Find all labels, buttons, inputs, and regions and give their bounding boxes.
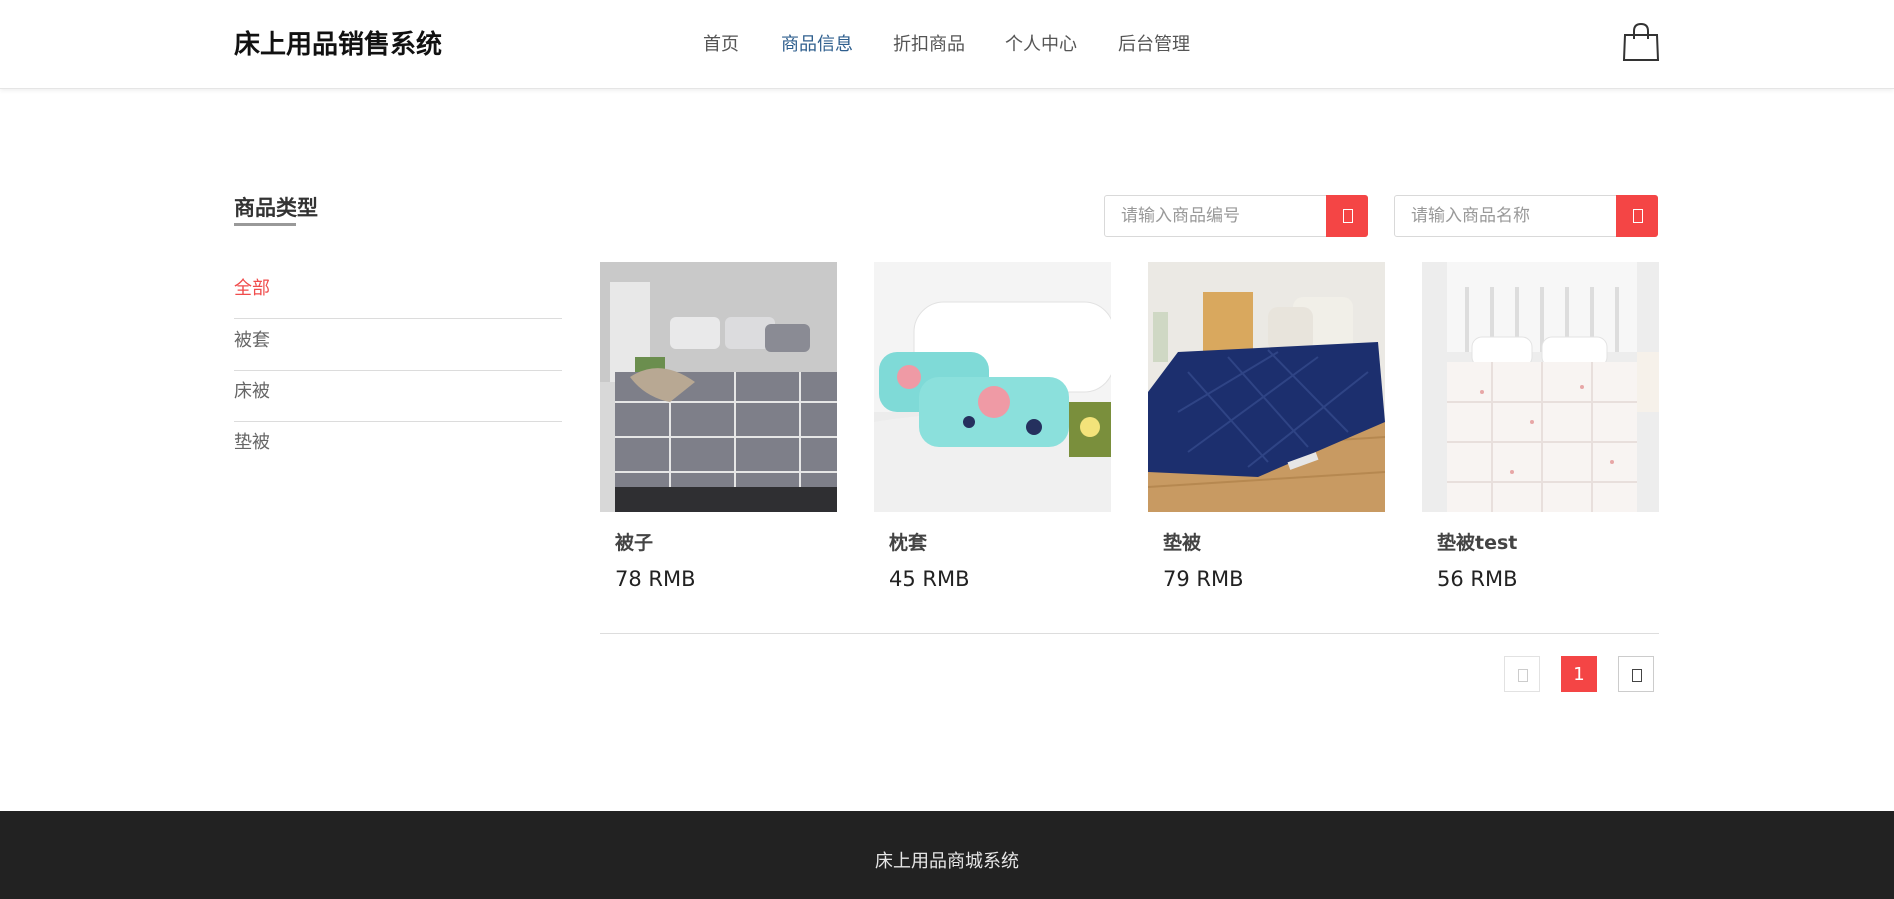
nav-admin[interactable]: 后台管理 [1118,30,1190,56]
product-image[interactable] [874,262,1111,512]
nav-home[interactable]: 首页 [703,30,739,56]
product-code-input[interactable] [1105,196,1325,236]
footer: 床上用品商城系统 [0,811,1894,899]
product-price: 45 RMB [889,567,970,591]
category-title: 商品类型 [234,196,318,220]
product-price: 56 RMB [1437,567,1518,591]
product-image[interactable] [600,262,837,512]
pagination-next-button[interactable] [1618,656,1654,692]
search-icon [1343,209,1353,223]
product-name[interactable]: 被子 [615,528,653,555]
prev-page-icon [1518,669,1528,682]
product-price: 79 RMB [1163,567,1244,591]
next-page-icon [1632,669,1642,682]
product-price: 78 RMB [615,567,696,591]
nav-discount[interactable]: 折扣商品 [893,30,965,56]
product-name[interactable]: 垫被test [1437,528,1517,555]
product-name-input[interactable] [1395,196,1615,236]
site-brand[interactable]: 床上用品销售系统 [234,24,442,61]
footer-text: 床上用品商城系统 [875,851,1019,872]
nav-products[interactable]: 商品信息 [781,30,853,56]
nav-profile[interactable]: 个人中心 [1005,30,1077,56]
product-code-search-button[interactable] [1326,195,1368,237]
product-image[interactable] [1148,262,1385,512]
pagination-current-page[interactable]: 1 [1561,656,1597,692]
product-name[interactable]: 垫被 [1163,528,1201,555]
top-header: 床上用品销售系统 首页 商品信息 折扣商品 个人中心 后台管理 [0,0,1894,89]
product-name[interactable]: 枕套 [889,528,927,555]
pagination-prev-button[interactable] [1504,656,1540,692]
category-item-mattress-pad[interactable]: 垫被 [234,422,562,473]
product-image[interactable] [1422,262,1659,512]
search-icon [1633,209,1643,223]
category-item-duvet-cover[interactable]: 被套 [234,320,562,371]
shopping-bag-icon[interactable] [1622,22,1660,62]
category-title-underline [234,223,296,226]
product-name-search-button[interactable] [1616,195,1658,237]
products-divider [600,633,1659,634]
category-item-quilt[interactable]: 床被 [234,371,562,422]
product-code-search [1104,195,1368,237]
category-item-all[interactable]: 全部 [234,268,562,319]
product-name-search [1394,195,1658,237]
